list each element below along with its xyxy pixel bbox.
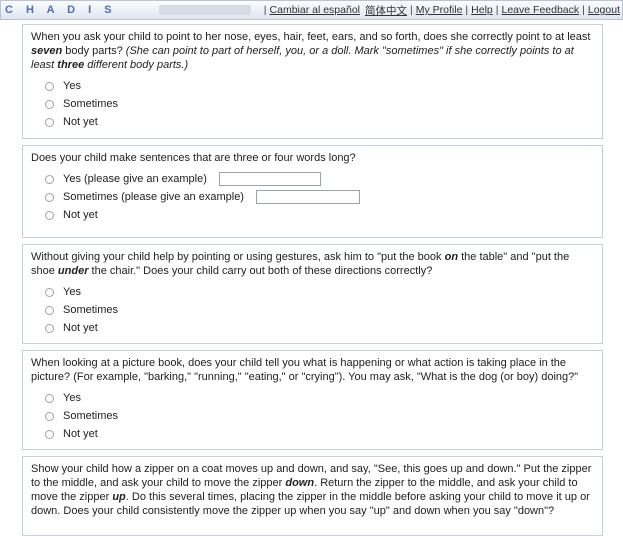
- question-text: When you ask your child to point to her …: [31, 31, 591, 71]
- option-sometimes-example[interactable]: Sometimes (please give an example): [31, 188, 593, 206]
- option-yes[interactable]: Yes: [31, 283, 593, 301]
- link-help[interactable]: Help: [471, 4, 493, 16]
- radio-button[interactable]: [45, 99, 54, 109]
- radio-button[interactable]: [45, 117, 54, 127]
- yes-example-input[interactable]: [218, 172, 321, 186]
- redacted-user-name: [158, 5, 251, 15]
- top-bar: C H A D I S | Cambiar al español 简体中文 | …: [0, 0, 623, 20]
- option-not-yet[interactable]: Not yet: [31, 319, 593, 337]
- option-sometimes[interactable]: Sometimes: [31, 95, 593, 113]
- option-sometimes[interactable]: Sometimes: [31, 407, 593, 425]
- radio-button[interactable]: [45, 287, 54, 297]
- sometimes-example-input[interactable]: [255, 190, 360, 204]
- option-not-yet[interactable]: Not yet: [31, 425, 593, 443]
- question-body-parts: When you ask your child to point to her …: [22, 24, 603, 139]
- question-text: When looking at a picture book, does you…: [31, 357, 579, 383]
- question-zipper: Show your child how a zipper on a coat m…: [22, 456, 603, 536]
- radio-button[interactable]: [45, 305, 54, 315]
- radio-button[interactable]: [45, 192, 54, 202]
- option-not-yet[interactable]: Not yet: [31, 206, 593, 224]
- option-sometimes[interactable]: Sometimes: [31, 301, 593, 319]
- brand-logo: C H A D I S: [5, 4, 117, 16]
- question-picture-book: When looking at a picture book, does you…: [22, 350, 603, 450]
- question-sentences: Does your child make sentences that are …: [22, 145, 603, 238]
- radio-button[interactable]: [45, 323, 54, 333]
- question-text: Without giving your child help by pointi…: [31, 251, 570, 277]
- option-not-yet[interactable]: Not yet: [31, 113, 593, 131]
- question-text: Show your child how a zipper on a coat m…: [31, 463, 592, 517]
- option-yes[interactable]: Yes: [31, 77, 593, 95]
- link-logout[interactable]: Logout: [588, 4, 620, 16]
- question-text: Does your child make sentences that are …: [31, 152, 356, 164]
- radio-button[interactable]: [45, 81, 54, 91]
- radio-button[interactable]: [45, 393, 54, 403]
- radio-button[interactable]: [45, 411, 54, 421]
- radio-button[interactable]: [45, 174, 54, 184]
- link-spanish[interactable]: Cambiar al español: [270, 4, 360, 16]
- option-yes-example[interactable]: Yes (please give an example): [31, 170, 593, 188]
- top-nav: | Cambiar al español 简体中文 | My Profile |…: [158, 3, 622, 18]
- link-my-profile[interactable]: My Profile: [416, 4, 463, 16]
- option-yes[interactable]: Yes: [31, 389, 593, 407]
- question-directions: Without giving your child help by pointi…: [22, 244, 603, 344]
- radio-button[interactable]: [45, 210, 54, 220]
- questionnaire: When you ask your child to point to her …: [0, 20, 623, 536]
- link-leave-feedback[interactable]: Leave Feedback: [502, 4, 580, 16]
- link-chinese[interactable]: 简体中文: [365, 3, 407, 18]
- radio-button[interactable]: [45, 429, 54, 439]
